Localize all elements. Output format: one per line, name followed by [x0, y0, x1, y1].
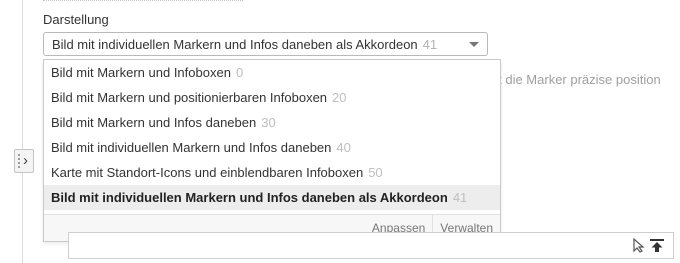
- option-50[interactable]: Karte mit Standort-Icons und einblendbar…: [44, 160, 500, 185]
- option-40[interactable]: Bild mit individuellen Markern und Infos…: [44, 135, 500, 160]
- select-dropdown: Bild mit Markern und Infoboxen 0 Bild mit…: [43, 59, 501, 242]
- drag-handle-icon: [18, 154, 22, 168]
- select-current-value: 41: [422, 36, 438, 52]
- chevron-right-icon: ›: [23, 152, 28, 169]
- left-border: [22, 0, 23, 263]
- option-value: 40: [336, 140, 351, 155]
- option-label: Bild mit individuellen Markern und Infos…: [51, 140, 332, 155]
- sidebar-toggle-handle[interactable]: ›: [14, 149, 34, 173]
- field-hint-text: nit die Marker präzise position: [488, 72, 661, 87]
- option-20[interactable]: Bild mit Markern und positionierbaren In…: [44, 85, 500, 110]
- option-label: Bild mit Markern und Infos daneben: [51, 115, 257, 130]
- option-label: Karte mit Standort-Icons und einblendbar…: [51, 165, 364, 180]
- option-label: Bild mit individuellen Markern und Infos…: [51, 190, 448, 205]
- option-value: 0: [235, 65, 244, 80]
- option-value: 50: [368, 165, 383, 180]
- input-toolbar: [632, 238, 665, 253]
- chevron-down-icon[interactable]: [469, 42, 479, 47]
- select-current-text: Bild mit individuellen Markern und Infos…: [52, 36, 418, 52]
- cursor-icon[interactable]: [632, 238, 646, 253]
- option-0[interactable]: Bild mit Markern und Infoboxen 0: [44, 60, 500, 85]
- option-value: 30: [261, 115, 276, 130]
- option-41-selected[interactable]: Bild mit individuellen Markern und Infos…: [44, 185, 500, 210]
- option-label: Bild mit Markern und positionierbaren In…: [51, 90, 328, 105]
- display-select[interactable]: Bild mit individuellen Markern und Infos…: [43, 32, 488, 56]
- option-value: 20: [332, 90, 347, 105]
- option-30[interactable]: Bild mit Markern und Infos daneben 30: [44, 110, 500, 135]
- option-value: 41: [452, 190, 468, 205]
- section-divider: [43, 0, 243, 1]
- text-input-field[interactable]: [68, 232, 674, 259]
- option-label: Bild mit Markern und Infoboxen: [51, 65, 231, 80]
- display-field-label: Darstellung: [43, 12, 109, 27]
- upload-icon[interactable]: [649, 238, 665, 253]
